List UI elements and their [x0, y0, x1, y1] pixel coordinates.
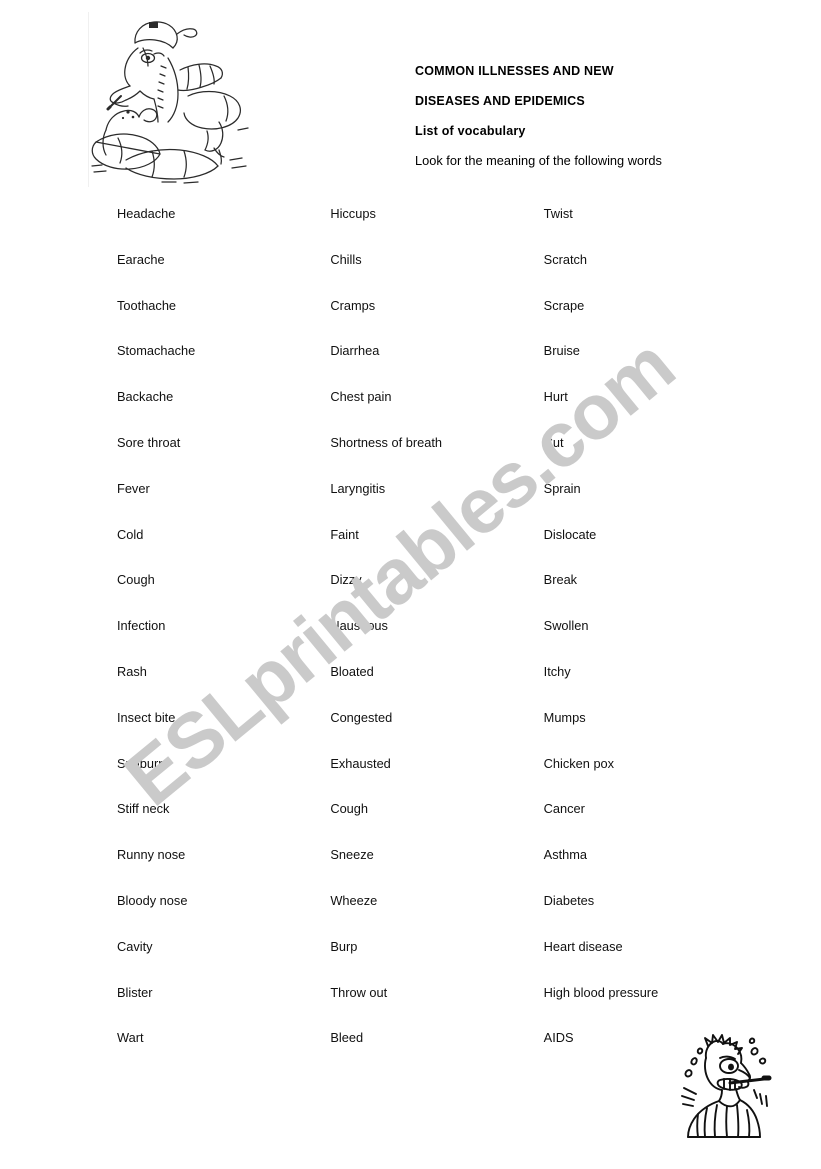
vocab-word: Backache	[117, 389, 174, 405]
worksheet-page: COMMON ILLNESSES AND NEW DISEASES AND EP…	[0, 0, 821, 1169]
vocab-word: Bloody nose	[117, 892, 188, 908]
vocab-word: Exhausted	[330, 755, 391, 771]
table-row: Sunburn Exhausted Chicken pox	[117, 756, 757, 802]
table-row: Cough Dizzy Break	[117, 572, 757, 618]
vocab-word: Cramps	[330, 297, 376, 313]
vocab-word: Infection	[117, 618, 166, 634]
table-row: Runny nose Sneeze Asthma	[117, 847, 757, 893]
sick-man-with-thermometer-clipart	[672, 1032, 780, 1144]
instruction-text: Look for the meaning of the following wo…	[415, 153, 662, 168]
vocab-word: Break	[543, 572, 578, 588]
vocab-word: Toothache	[117, 297, 177, 313]
table-row: Stiff neck Cough Cancer	[117, 801, 757, 847]
vocab-word: Cold	[117, 526, 144, 542]
table-row: Wart Bleed AIDS	[117, 1030, 757, 1076]
table-row: Rash Bloated Itchy	[117, 664, 757, 710]
table-row: Sore throat Shortness of breath Cut	[117, 435, 757, 481]
vocab-word: Stiff neck	[117, 801, 170, 817]
vocab-word: Scratch	[543, 251, 588, 267]
vocab-word: Scrape	[543, 297, 585, 313]
table-row: Cold Faint Dislocate	[117, 527, 757, 573]
vocab-word: Stomachache	[117, 343, 196, 359]
vocab-word: Chest pain	[330, 389, 392, 405]
vocab-word: Runny nose	[117, 847, 186, 863]
table-row: Stomachache Diarrhea Bruise	[117, 343, 757, 389]
vocab-word: Heart disease	[543, 938, 623, 954]
vocab-word: High blood pressure	[543, 984, 659, 1000]
vocab-word: Bruise	[543, 343, 580, 359]
vocab-word: Wart	[117, 1030, 144, 1046]
table-row: Earache Chills Scratch	[117, 252, 757, 298]
vocab-word: Dislocate	[543, 526, 597, 542]
vocab-word: Diabetes	[543, 892, 595, 908]
vocab-word: Hurt	[543, 389, 568, 405]
table-row: Insect bite Congested Mumps	[117, 710, 757, 756]
vocab-word: Bleed	[330, 1030, 364, 1046]
vocab-word: Diarrhea	[330, 343, 380, 359]
vocab-word: Mumps	[543, 709, 586, 725]
vocab-word: Blister	[117, 984, 153, 1000]
vocab-word: Cavity	[117, 938, 153, 954]
table-row: Bloody nose Wheeze Diabetes	[117, 893, 757, 939]
vocab-word: Cough	[117, 572, 155, 588]
vocab-word: Cough	[330, 801, 369, 817]
vocab-word: Insect bite	[117, 709, 176, 725]
vocab-word: Dizzy	[330, 572, 362, 588]
table-row: Cavity Burp Heart disease	[117, 939, 757, 985]
vocab-word: Wheeze	[330, 892, 378, 908]
table-row: Blister Throw out High blood pressure	[117, 985, 757, 1031]
table-row: Toothache Cramps Scrape	[117, 298, 757, 344]
table-row: Headache Hiccups Twist	[117, 206, 757, 252]
vocab-word: Chicken pox	[543, 755, 615, 771]
vocab-word: Sore throat	[117, 434, 181, 450]
vocab-word: Cut	[543, 434, 564, 450]
vocab-word: Bloated	[330, 663, 374, 679]
vocab-word: Chills	[330, 251, 362, 267]
table-row: Fever Laryngitis Sprain	[117, 481, 757, 527]
vocab-word: Sneeze	[330, 847, 374, 863]
vocab-word: Shortness of breath	[330, 434, 443, 450]
vocab-word: Headache	[117, 206, 176, 221]
vocab-word: Cancer	[543, 801, 585, 817]
vocab-word: Fever	[117, 480, 150, 496]
vocab-word: Sunburn	[117, 755, 166, 771]
vocab-word: Burp	[330, 938, 358, 954]
vocab-word: Swollen	[543, 618, 589, 634]
vocab-word: Laryngitis	[330, 480, 386, 496]
title-line-2: DISEASES AND EPIDEMICS	[415, 94, 585, 108]
table-row: Backache Chest pain Hurt	[117, 389, 757, 435]
vocab-word: Itchy	[543, 663, 571, 679]
vocab-word: Faint	[330, 526, 359, 542]
subtitle-list-of-vocabulary: List of vocabulary	[415, 124, 526, 138]
headings-block: COMMON ILLNESSES AND NEW DISEASES AND EP…	[415, 56, 795, 176]
vocab-word: Nauseous	[330, 618, 388, 634]
vocab-word: Sprain	[543, 480, 581, 496]
table-row: Infection Nauseous Swollen	[117, 618, 757, 664]
vocab-word: Rash	[117, 663, 147, 679]
vocab-word: Throw out	[330, 984, 388, 1000]
vocab-word: Twist	[543, 206, 573, 221]
sick-dragon-in-bed-clipart	[88, 10, 256, 188]
vocabulary-list: Headache Hiccups Twist Earache Chills Sc…	[117, 206, 757, 1076]
vocab-word: Congested	[330, 709, 393, 725]
title-line-1: COMMON ILLNESSES AND NEW	[415, 64, 614, 78]
vocab-word: Earache	[117, 251, 165, 267]
vocab-word: Hiccups	[330, 206, 376, 221]
vocab-word: Asthma	[543, 847, 588, 863]
